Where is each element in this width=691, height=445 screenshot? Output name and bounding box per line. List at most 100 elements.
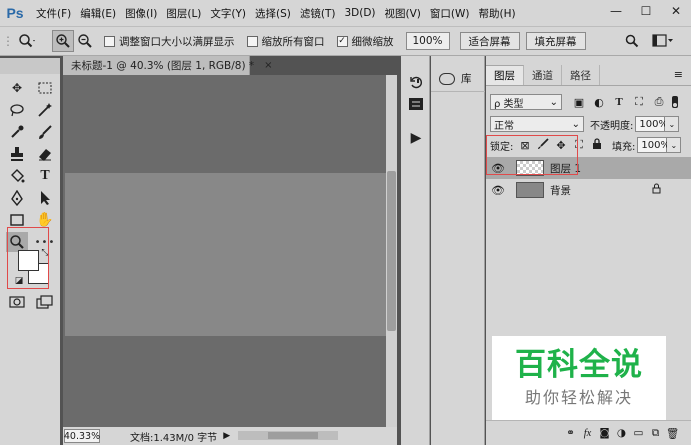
- document-canvas[interactable]: [65, 173, 386, 336]
- lock-artboard-icon[interactable]: ⛶: [570, 138, 588, 152]
- vertical-scrollbar-thumb[interactable]: [387, 171, 396, 331]
- menu-filter[interactable]: 滤镜(T): [300, 6, 336, 21]
- tool-preset-zoom-icon[interactable]: [12, 30, 42, 52]
- horizontal-scrollbar-thumb[interactable]: [268, 432, 318, 439]
- menu-view[interactable]: 视图(V): [385, 6, 421, 21]
- layer-name[interactable]: 背景: [550, 183, 571, 198]
- checkbox-box[interactable]: [104, 35, 115, 47]
- layer-name[interactable]: 图层 1: [550, 161, 581, 176]
- eraser-tool-icon[interactable]: [34, 144, 56, 164]
- document-tab[interactable]: 未标题-1 @ 40.3% (图层 1, RGB/8) * ×: [63, 56, 273, 75]
- minimize-button[interactable]: —: [601, 0, 631, 22]
- properties-icon[interactable]: [406, 94, 426, 114]
- document-info[interactable]: 文档:1.43M/0 字节: [130, 429, 217, 444]
- link-icon[interactable]: ⚭: [562, 427, 579, 439]
- checkbox-box[interactable]: [246, 35, 258, 47]
- new-layer-icon[interactable]: ⧉: [647, 427, 664, 440]
- paint-bucket-tool-icon[interactable]: [6, 166, 28, 186]
- workspace-switcher-icon[interactable]: [650, 30, 676, 52]
- actions-play-icon[interactable]: ▶: [406, 128, 426, 148]
- lock-all-icon[interactable]: [588, 137, 606, 153]
- filter-toggle-icon[interactable]: [670, 94, 680, 110]
- watermark-logo: 百科全说 助你轻松解决: [492, 336, 666, 420]
- adjustment-icon[interactable]: ◑: [613, 427, 630, 439]
- fill-screen-button[interactable]: 填充屏幕: [525, 32, 586, 50]
- rectangle-tool-icon[interactable]: [6, 210, 28, 230]
- zoom-out-icon[interactable]: [74, 30, 96, 52]
- path-selection-tool-icon[interactable]: [34, 188, 56, 208]
- quick-mask-icon[interactable]: [6, 292, 28, 312]
- foreground-color-swatch[interactable]: [18, 250, 39, 271]
- brush-tool-icon[interactable]: [34, 122, 56, 142]
- options-bar: ⋮ 调整窗口大小以满屏显示 缩放所有窗口 ✓ 细微缩放 100% 适合屏幕 填充…: [0, 26, 691, 56]
- tab-channels[interactable]: 通道: [524, 65, 562, 85]
- menu-type[interactable]: 文字(Y): [210, 6, 246, 21]
- filter-type-select[interactable]: ρ 类型 ⌄: [490, 94, 562, 110]
- menu-select[interactable]: 选择(S): [255, 6, 291, 21]
- close-button[interactable]: ✕: [661, 0, 691, 22]
- tab-paths[interactable]: 路径: [562, 65, 600, 85]
- restore-button[interactable]: ☐: [631, 0, 661, 22]
- opacity-field[interactable]: 100%: [635, 116, 668, 132]
- filter-pixel-icon[interactable]: ▣: [570, 94, 588, 110]
- visibility-eye-icon[interactable]: 👁: [488, 162, 508, 175]
- libraries-label: 库: [461, 73, 472, 85]
- close-tab-icon[interactable]: ×: [264, 60, 272, 71]
- swap-colors-icon[interactable]: ⤡: [38, 246, 52, 260]
- hand-tool-icon[interactable]: ✋: [34, 210, 56, 230]
- history-icon[interactable]: [406, 72, 426, 92]
- magic-wand-tool-icon[interactable]: [34, 100, 56, 120]
- menu-3d[interactable]: 3D(D): [344, 7, 375, 19]
- search-icon[interactable]: [622, 30, 642, 52]
- lock-position-icon[interactable]: ✥: [552, 139, 570, 152]
- filter-type-icon[interactable]: T: [610, 94, 628, 110]
- panel-menu-icon[interactable]: ≡: [674, 68, 683, 81]
- filter-adjustment-icon[interactable]: ◐: [590, 94, 608, 110]
- type-tool-icon[interactable]: T: [34, 166, 56, 186]
- layer-row[interactable]: 👁 图层 1: [486, 157, 691, 179]
- vertical-scrollbar[interactable]: [386, 75, 397, 427]
- lasso-tool-icon[interactable]: [6, 100, 28, 120]
- filter-shape-icon[interactable]: ⛶: [630, 94, 648, 110]
- clone-stamp-tool-icon[interactable]: [6, 144, 28, 164]
- fit-screen-button[interactable]: 适合屏幕: [459, 32, 520, 50]
- menu-help[interactable]: 帮助(H): [479, 6, 516, 21]
- document-canvas-area[interactable]: [63, 75, 386, 427]
- fill-field[interactable]: 100%: [637, 137, 670, 153]
- scrubby-zoom-checkbox[interactable]: ✓ 细微缩放: [336, 34, 394, 49]
- resize-windows-checkbox[interactable]: 调整窗口大小以满屏显示: [104, 34, 235, 49]
- zoom-level-field[interactable]: 40.33%: [64, 429, 100, 443]
- menu-layer[interactable]: 图层(L): [166, 6, 201, 21]
- fx-icon[interactable]: fx: [579, 428, 596, 439]
- eyedropper-tool-icon[interactable]: [6, 122, 28, 142]
- opacity-dropdown-icon[interactable]: ⌄: [665, 116, 680, 132]
- lock-transparent-pixels-icon[interactable]: ⊠: [516, 139, 534, 152]
- menu-file[interactable]: 文件(F): [36, 6, 71, 21]
- menu-window[interactable]: 窗口(W): [430, 6, 470, 21]
- checkbox-checked[interactable]: ✓: [336, 35, 348, 47]
- pen-tool-icon[interactable]: [6, 188, 28, 208]
- mask-icon[interactable]: ◙: [596, 427, 613, 439]
- filter-smart-object-icon[interactable]: ⎙: [650, 94, 668, 110]
- move-tool-icon[interactable]: ✥: [6, 78, 28, 98]
- group-icon[interactable]: ▭: [630, 427, 647, 439]
- horizontal-scrollbar[interactable]: [238, 431, 338, 440]
- zoom-percent-field[interactable]: 100%: [405, 32, 450, 50]
- menu-image[interactable]: 图像(I): [125, 6, 157, 21]
- delete-icon[interactable]: 🗑: [664, 427, 681, 440]
- lock-image-pixels-icon[interactable]: [534, 137, 552, 153]
- zoom-in-icon[interactable]: [52, 30, 74, 52]
- layer-row[interactable]: 👁 背景: [486, 179, 691, 201]
- info-arrow-icon[interactable]: ▶: [223, 431, 230, 441]
- libraries-header[interactable]: 库: [431, 66, 485, 92]
- default-colors-icon[interactable]: ◪: [12, 274, 26, 288]
- tab-layers[interactable]: 图层: [486, 65, 524, 85]
- screen-mode-icon[interactable]: [34, 292, 56, 312]
- blend-mode-select[interactable]: 正常 ⌄: [490, 116, 584, 132]
- fill-dropdown-icon[interactable]: ⌄: [667, 137, 682, 153]
- marquee-tool-icon[interactable]: [34, 78, 56, 98]
- visibility-eye-icon[interactable]: 👁: [488, 184, 508, 197]
- menu-edit[interactable]: 编辑(E): [80, 6, 116, 21]
- zoom-tool-icon[interactable]: [6, 232, 28, 252]
- zoom-all-windows-checkbox[interactable]: 缩放所有窗口: [246, 34, 325, 49]
